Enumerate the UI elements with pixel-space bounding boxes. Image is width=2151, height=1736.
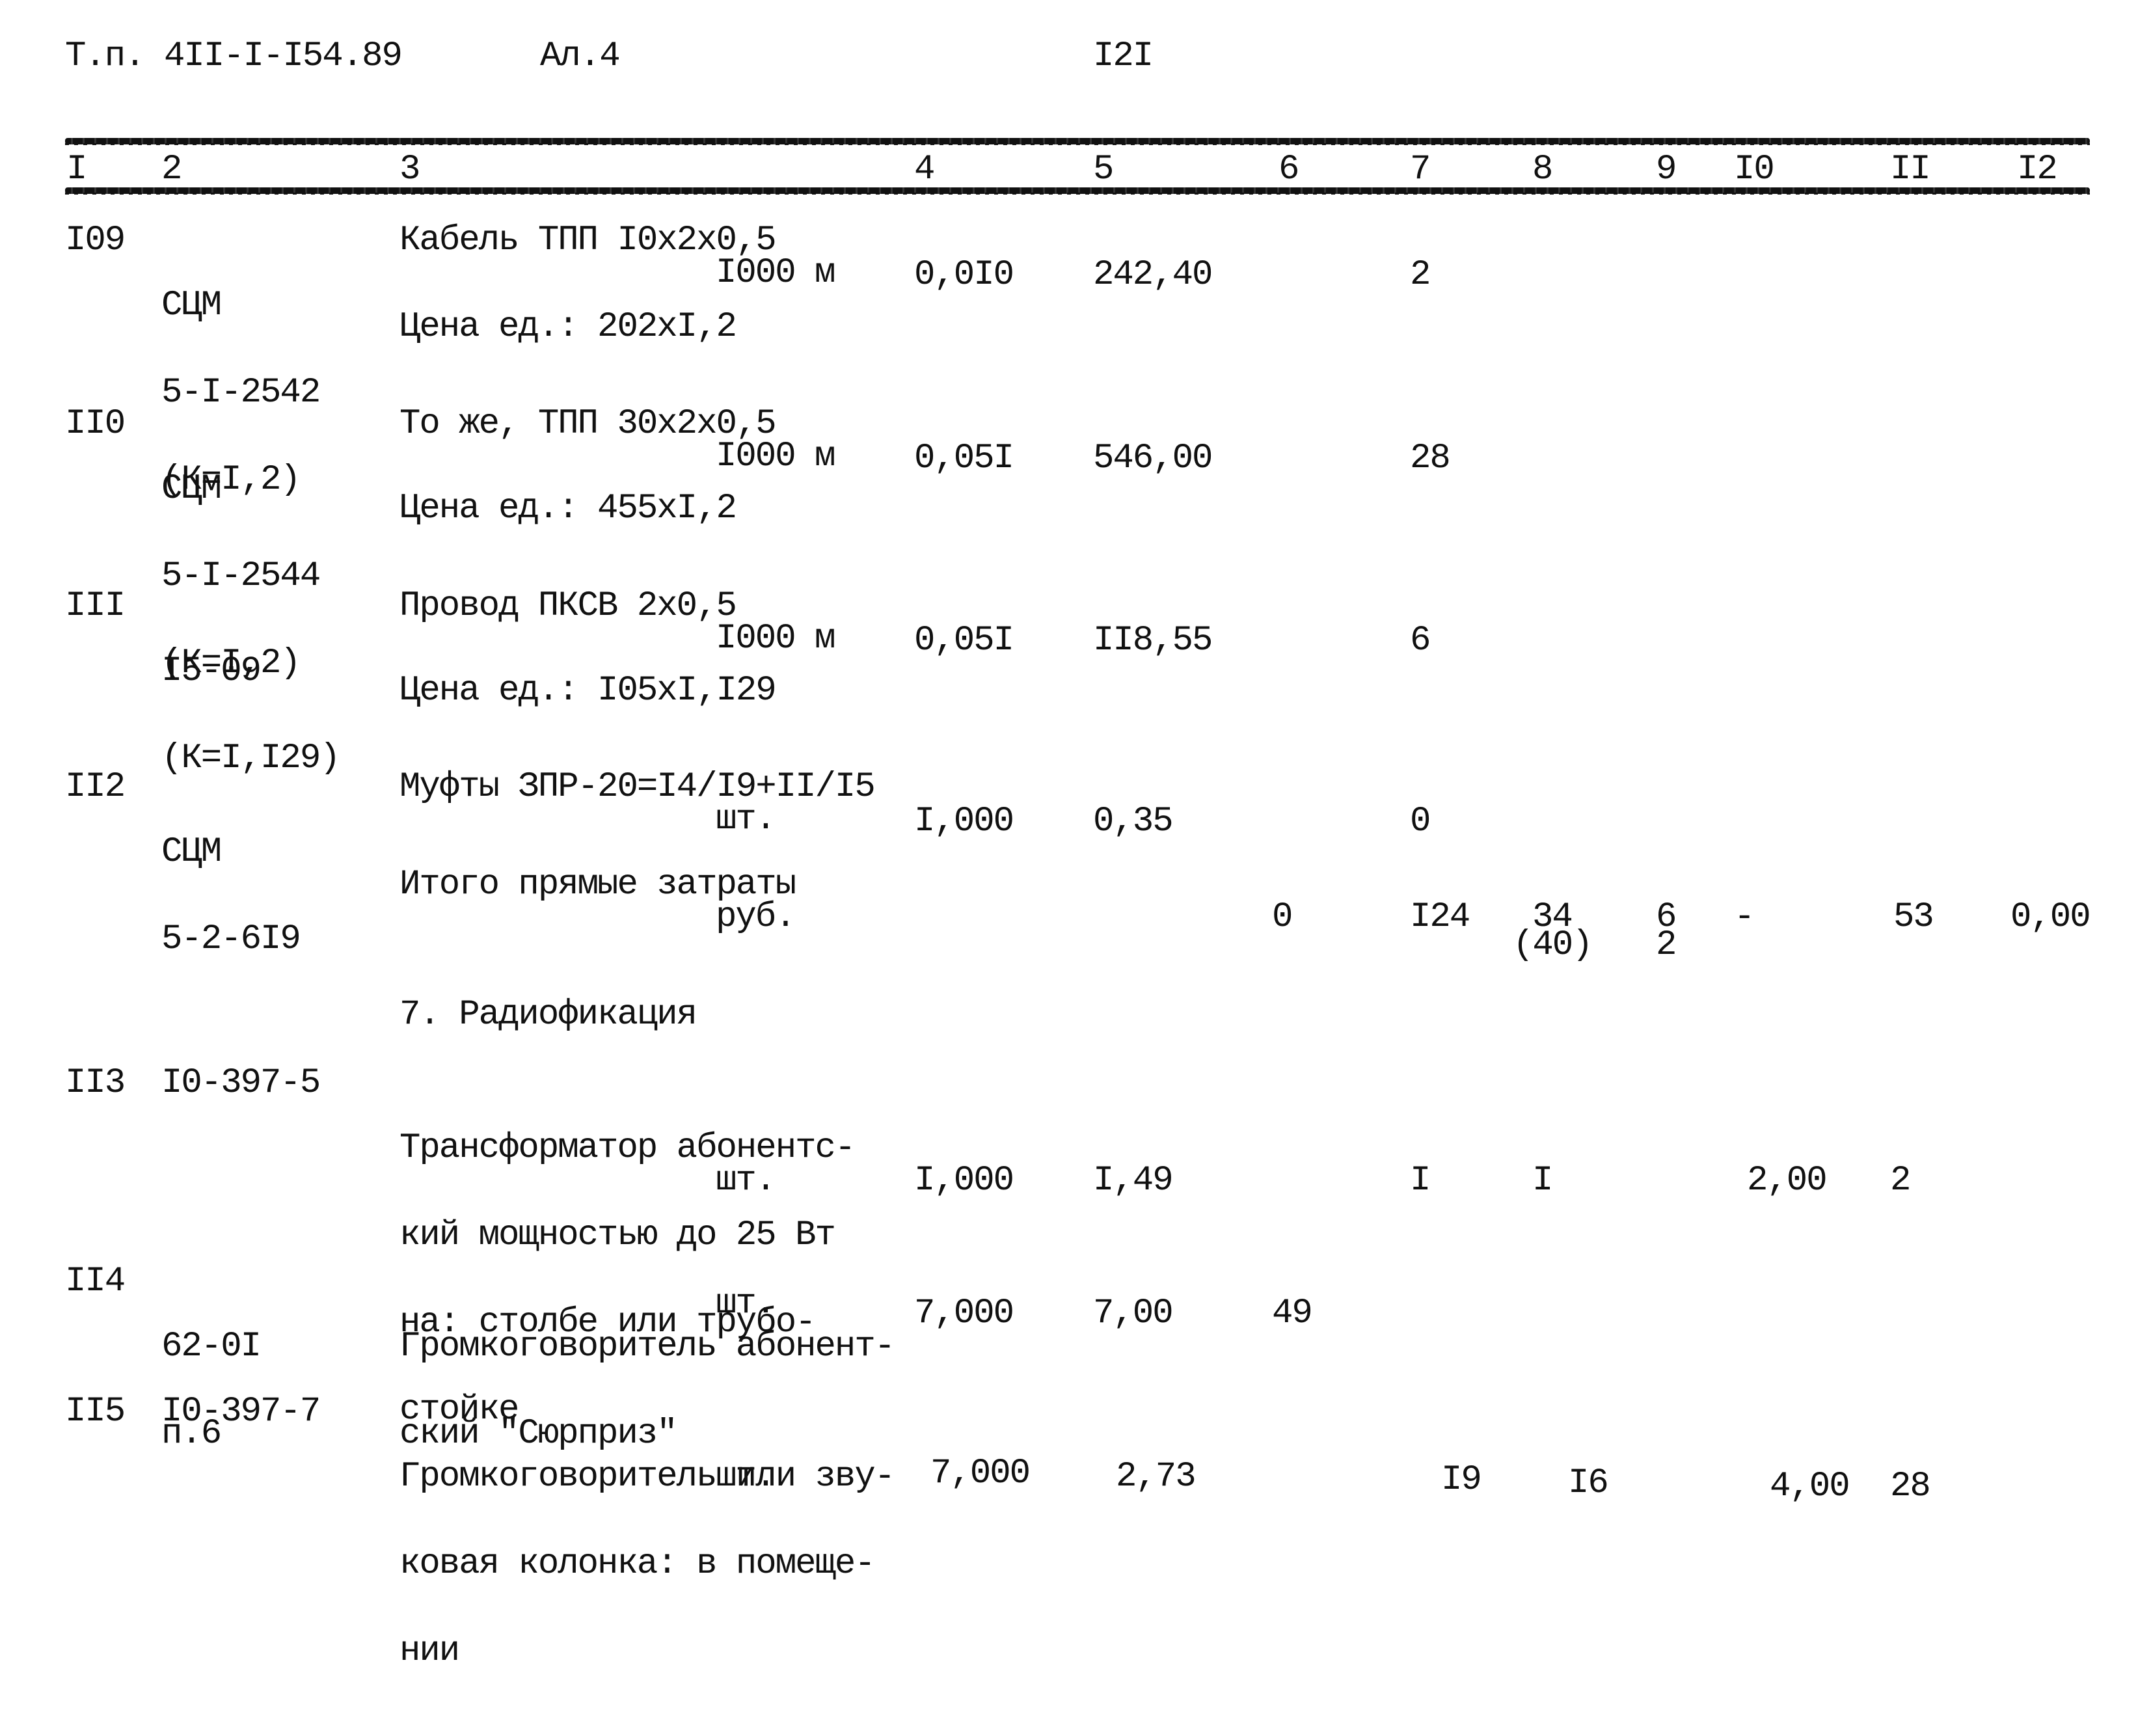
rate-code-line: СЦМ [161,469,222,509]
item-description: Громкоговоритель или зву- ковая колонка:… [399,1396,895,1733]
cell-col7: 2 [1410,255,1431,295]
column-header: I2 [2017,150,2058,189]
cell-col7: 6 [1410,621,1431,660]
column-header: I [66,150,87,189]
cell-col4: 7,000 [930,1454,1031,1493]
item-description: Провод ПКСВ 2x0,5 [399,586,737,626]
unit-price-note: Цена ед.: 455xI,2 [399,489,737,528]
cell-col5: 546,00 [1093,439,1213,478]
item-unit: шт. [716,1457,776,1497]
column-header: 4 [914,150,935,189]
column-header: II [1890,150,1931,189]
cell-col10: 2,00 [1747,1161,1828,1200]
subtotal-col8-sub: (40) [1513,925,1593,965]
row-number: II3 [65,1063,126,1103]
rate-code-line: 5-I-2542 [161,373,321,413]
cell-col7: 0 [1410,802,1431,841]
cell-col8: I [1532,1161,1553,1200]
cell-col5: 2,73 [1116,1457,1197,1497]
cell-col4: I,000 [914,1161,1014,1200]
header-top-rule [65,138,2090,145]
row-number: II4 [65,1262,126,1301]
cell-col7: 28 [1410,439,1451,478]
cell-col4: 0,0I0 [914,255,1014,295]
document-code: Т.п. 4II-I-I54.89 [65,36,403,76]
column-header: 2 [161,150,182,189]
cell-col7: I [1410,1161,1431,1200]
cell-col6: 49 [1272,1294,1313,1333]
page-number: I2I [1093,36,1154,76]
item-unit: I000 м [716,253,835,293]
row-number: I09 [65,221,126,260]
section-title: 7. Радиофикация [399,995,697,1035]
cell-col8: I6 [1568,1463,1609,1503]
subtotal-label: Итого прямые затраты [399,865,796,904]
rate-code-line: I5-09 [161,651,262,691]
item-description: Кабель ТПП I0x2x0,5 [399,221,777,260]
subtotal-col10: - [1734,897,1755,937]
subtotal-col12: 0,00 [2010,897,2091,937]
cell-col5: 7,00 [1093,1294,1174,1333]
item-description: То же, ТПП 30x2x0,5 [399,404,777,444]
subtotal-unit: руб. [716,897,796,937]
row-number: II5 [65,1392,126,1431]
rate-code-line: 62-0I [161,1327,262,1366]
rate-code-line: СЦМ [161,832,222,872]
rate-code: 62-0I п.6 [161,1266,262,1515]
description-line: Громкоговоритель или зву- [399,1457,895,1497]
unit-price-note: Цена ед.: I05xI,I29 [399,671,777,711]
column-header: I0 [1734,150,1775,189]
item-unit: шт. [716,1161,776,1200]
cell-col4: 0,05I [914,439,1014,478]
item-unit: шт. [716,1284,776,1323]
unit-price-note: Цена ед.: 202xI,2 [399,307,737,347]
description-line: Громкоговоритель абонент- [399,1327,895,1366]
item-unit: шт. [716,800,776,839]
subtotal-col9-sub: 2 [1656,925,1677,965]
cell-col4: I,000 [914,802,1014,841]
row-number: II0 [65,404,126,444]
description-line: Трансформатор абонентс- [399,1128,856,1168]
subtotal-col11: 53 [1893,897,1934,937]
description-line: нии [399,1631,460,1671]
description-line: ковая колонка: в помеще- [399,1544,876,1584]
item-description: Муфты ЗПР-20=I4/I9+II/I5 [399,767,876,807]
subtotal-col7: I24 [1410,897,1470,937]
cell-col7: I9 [1441,1460,1482,1500]
rate-code-line: 5-2-6I9 [161,919,301,959]
cell-col10: 4,00 [1770,1467,1850,1506]
column-header: 7 [1410,150,1431,189]
cell-col5: 0,35 [1093,802,1174,841]
description-line: кий мощностью до 25 Вт [399,1215,836,1255]
rate-code: СЦМ 5-2-6I9 [161,771,301,1021]
cell-col11: 28 [1890,1467,1931,1506]
header-bottom-rule [65,187,2090,195]
column-header: 9 [1656,150,1677,189]
rate-code-line: СЦМ [161,286,222,325]
cell-col5: 242,40 [1093,255,1213,295]
column-header: 8 [1532,150,1553,189]
column-header: 5 [1093,150,1114,189]
item-unit: I000 м [716,437,835,476]
rate-code: I0-397-7 [161,1392,321,1431]
rate-code-line: 5-I-2544 [161,556,321,596]
subtotal-col6: 0 [1272,897,1293,937]
rate-code: I0-397-5 [161,1063,321,1103]
row-number: III [65,586,126,626]
cell-col5: I,49 [1093,1161,1174,1200]
cell-col4: 0,05I [914,621,1014,660]
cell-col5: II8,55 [1093,621,1213,660]
album-number: Ал.4 [540,36,621,76]
rate-code-line: (К=I,I29) [161,739,341,778]
column-header: 6 [1278,150,1299,189]
cell-col11: 2 [1890,1161,1911,1200]
row-number: II2 [65,767,126,807]
cell-col4: 7,000 [914,1294,1014,1333]
column-header: 3 [399,150,420,189]
item-unit: I000 м [716,619,835,658]
